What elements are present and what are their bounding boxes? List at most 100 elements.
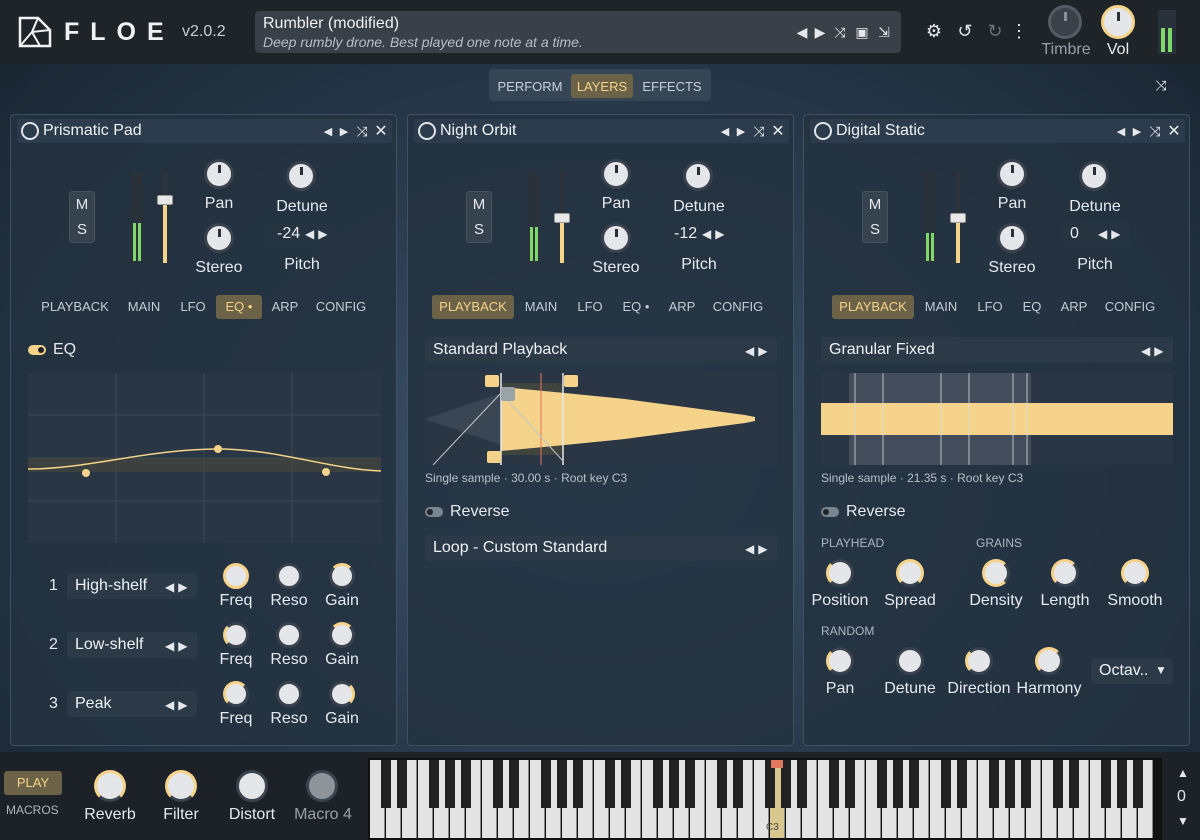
black-key[interactable] bbox=[1133, 760, 1143, 808]
mute-button[interactable]: M bbox=[863, 192, 887, 217]
band-1-arrows-icon[interactable]: ◀▶ bbox=[165, 580, 191, 594]
harmony-interval-select[interactable]: Octav.. ▼ bbox=[1091, 658, 1173, 684]
black-key[interactable] bbox=[829, 760, 839, 808]
black-key[interactable] bbox=[605, 760, 615, 808]
preset-import-icon[interactable]: ⇲ bbox=[875, 23, 893, 41]
solo-button[interactable]: S bbox=[70, 217, 94, 242]
vol-knob[interactable] bbox=[1101, 5, 1135, 39]
mute-button[interactable]: M bbox=[467, 192, 491, 217]
layer-volume-fader[interactable] bbox=[157, 171, 173, 263]
black-key[interactable] bbox=[1005, 760, 1015, 808]
layer-close-icon[interactable]: ✕ bbox=[769, 122, 787, 140]
subtab-config[interactable]: CONFIG bbox=[311, 295, 371, 319]
black-key[interactable] bbox=[509, 760, 519, 808]
mute-button[interactable]: M bbox=[70, 192, 94, 217]
preset-next-icon[interactable]: ▶ bbox=[811, 23, 829, 41]
redo-icon[interactable]: ↻ bbox=[986, 21, 1004, 41]
subtab-arp[interactable]: ARP bbox=[1056, 295, 1092, 319]
density-knob[interactable] bbox=[982, 559, 1010, 587]
tab-layers[interactable]: LAYERS bbox=[571, 74, 633, 98]
band-1-type-select[interactable]: High-shelf ◀▶ bbox=[67, 573, 197, 599]
crossfade-handle[interactable] bbox=[501, 387, 515, 401]
settings-gear-icon[interactable]: ⚙ bbox=[925, 21, 943, 41]
playback-mode-arrows-icon[interactable]: ◀▶ bbox=[745, 344, 771, 358]
black-key[interactable] bbox=[397, 760, 407, 808]
preset-selector[interactable]: Rumbler (modified) Deep rumbly drone. Be… bbox=[255, 11, 901, 53]
subtab-playback[interactable]: PLAYBACK bbox=[832, 295, 914, 319]
layer-shuffle-icon[interactable]: ⤨ bbox=[750, 122, 768, 140]
detune-knob[interactable] bbox=[683, 161, 713, 191]
pan-knob[interactable] bbox=[204, 159, 234, 189]
position-knob[interactable] bbox=[826, 559, 854, 587]
detune-knob[interactable] bbox=[286, 161, 316, 191]
band-3-reso-knob[interactable] bbox=[276, 681, 302, 707]
black-key[interactable] bbox=[1021, 760, 1031, 808]
black-key[interactable] bbox=[909, 760, 919, 808]
black-key[interactable] bbox=[1117, 760, 1127, 808]
black-key[interactable] bbox=[941, 760, 951, 808]
random-harmony-knob[interactable] bbox=[1035, 647, 1063, 675]
black-key[interactable] bbox=[845, 760, 855, 808]
black-key[interactable] bbox=[621, 760, 631, 808]
pitch-stepper[interactable]: -24 ◀▶ bbox=[267, 223, 337, 245]
black-key[interactable] bbox=[957, 760, 967, 808]
subtab-eq[interactable]: EQ • bbox=[613, 295, 659, 319]
layer-next-icon[interactable]: ▶ bbox=[1128, 122, 1146, 140]
reverse-toggle[interactable] bbox=[425, 507, 443, 517]
subtab-main[interactable]: MAIN bbox=[518, 295, 564, 319]
playback-mode-select[interactable]: Granular Fixed ◀▶ bbox=[821, 337, 1173, 363]
loop-start-handle[interactable] bbox=[485, 375, 499, 387]
subtab-config[interactable]: CONFIG bbox=[1100, 295, 1160, 319]
shuffle-all-icon[interactable]: ⤨ bbox=[1152, 76, 1170, 94]
subtab-lfo[interactable]: LFO bbox=[175, 295, 211, 319]
layer-next-icon[interactable]: ▶ bbox=[732, 122, 750, 140]
layer-instrument-icon[interactable] bbox=[814, 122, 832, 140]
eq-graph[interactable] bbox=[28, 373, 381, 543]
solo-button[interactable]: S bbox=[863, 217, 887, 242]
subtab-arp[interactable]: ARP bbox=[664, 295, 700, 319]
pitch-stepper[interactable]: -12 ◀▶ bbox=[664, 223, 734, 245]
sample-start-handle[interactable] bbox=[487, 451, 501, 463]
black-key[interactable] bbox=[797, 760, 807, 808]
tab-effects[interactable]: EFFECTS bbox=[637, 74, 707, 98]
layer-volume-fader[interactable] bbox=[950, 171, 966, 263]
band-3-type-select[interactable]: Peak ◀▶ bbox=[67, 691, 197, 717]
play-button[interactable]: PLAY bbox=[4, 771, 62, 795]
pitch-arrows-icon[interactable]: ◀▶ bbox=[702, 227, 728, 241]
subtab-playback[interactable]: PLAYBACK bbox=[37, 295, 113, 319]
more-menu-icon[interactable]: ⋮ bbox=[1010, 21, 1028, 41]
band-3-gain-knob[interactable] bbox=[329, 681, 355, 707]
black-key[interactable] bbox=[557, 760, 567, 808]
playback-mode-arrows-icon[interactable]: ◀▶ bbox=[1141, 344, 1167, 358]
black-key[interactable] bbox=[445, 760, 455, 808]
pan-knob[interactable] bbox=[997, 159, 1027, 189]
preset-save-icon[interactable]: ▣ bbox=[853, 23, 871, 41]
macro-filter-knob[interactable] bbox=[165, 770, 197, 802]
layer-name[interactable]: Night Orbit bbox=[440, 122, 516, 140]
black-key[interactable] bbox=[989, 760, 999, 808]
layer-instrument-icon[interactable] bbox=[21, 122, 39, 140]
layer-close-icon[interactable]: ✕ bbox=[1165, 122, 1183, 140]
random-pan-knob[interactable] bbox=[826, 647, 854, 675]
pitch-arrows-icon[interactable]: ◀▶ bbox=[1098, 227, 1124, 241]
waveform-display[interactable] bbox=[821, 373, 1173, 465]
smooth-knob[interactable] bbox=[1121, 559, 1149, 587]
tab-perform[interactable]: PERFORM bbox=[493, 74, 567, 98]
band-3-arrows-icon[interactable]: ◀▶ bbox=[165, 698, 191, 712]
preset-shuffle-icon[interactable]: ⤨ bbox=[831, 23, 849, 41]
band-2-freq-knob[interactable] bbox=[223, 622, 249, 648]
band-1-gain-knob[interactable] bbox=[329, 563, 355, 589]
layer-name[interactable]: Prismatic Pad bbox=[43, 122, 142, 140]
loop-mode-arrows-icon[interactable]: ◀▶ bbox=[745, 542, 771, 556]
pitch-stepper[interactable]: 0 ◀▶ bbox=[1060, 223, 1130, 245]
solo-button[interactable]: S bbox=[467, 217, 491, 242]
layer-close-icon[interactable]: ✕ bbox=[372, 122, 390, 140]
macro-reverb-knob[interactable] bbox=[94, 770, 126, 802]
preset-prev-icon[interactable]: ◀ bbox=[793, 23, 811, 41]
loop-mode-select[interactable]: Loop - Custom Standard ◀▶ bbox=[425, 535, 777, 561]
waveform-display[interactable] bbox=[425, 373, 777, 465]
stereo-knob[interactable] bbox=[204, 223, 234, 253]
subtab-playback[interactable]: PLAYBACK bbox=[432, 295, 514, 319]
spread-knob[interactable] bbox=[896, 559, 924, 587]
subtab-arp[interactable]: ARP bbox=[267, 295, 303, 319]
